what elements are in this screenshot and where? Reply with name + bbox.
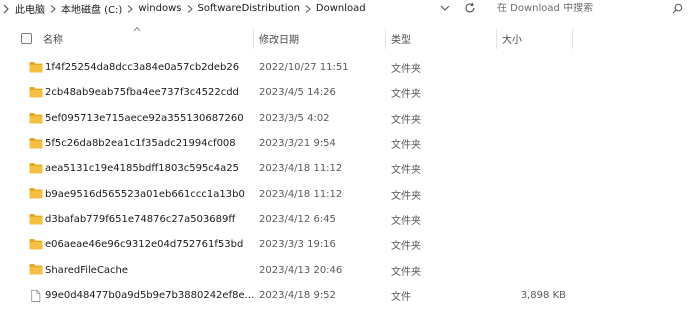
file-size (502, 106, 566, 131)
file-icon (31, 289, 41, 302)
list-item[interactable]: 1f4f25254da8dcc3a84e0a57cb2deb26 2022/10… (0, 55, 691, 80)
file-date: 2023/4/18 11:12 (259, 188, 343, 200)
list-item[interactable]: SharedFileCache 2023/4/13 20:46 文件夹 (0, 257, 691, 282)
breadcrumb[interactable]: 此电脑 本地磁盘 (C:) windows SoftwareDistributi… (0, 0, 433, 17)
file-type: 文件夹 (391, 140, 421, 152)
file-size (502, 181, 566, 206)
file-date: 2022/10/27 11:51 (259, 62, 349, 74)
file-name[interactable]: 1f4f25254da8dcc3a84e0a57cb2deb26 (45, 55, 239, 80)
folder-icon (29, 239, 43, 250)
file-list: 1f4f25254da8dcc3a84e0a57cb2deb26 2022/10… (0, 55, 691, 308)
column-size[interactable]: 大小 (502, 27, 572, 49)
column-divider[interactable] (385, 29, 386, 49)
list-item[interactable]: e06aeae46e96c9312e04d752761f53bd 2023/3/… (0, 232, 691, 257)
list-item[interactable]: 2cb48ab9eab75fba4ee737f3c4522cdd 2023/4/… (0, 80, 691, 105)
file-type: 文件 (391, 291, 411, 303)
column-name[interactable]: 名称 (43, 27, 253, 49)
file-name[interactable]: 5ef095713e715aece92a355130687260 (45, 106, 244, 131)
file-size: 3,898 KB (520, 289, 566, 301)
column-divider[interactable] (572, 29, 573, 49)
file-type: 文件夹 (391, 64, 421, 76)
list-item[interactable]: 5f5c26da8b2ea1c1f35adc21994cf008 2023/3/… (0, 131, 691, 156)
list-item[interactable]: 99e0d48477b0a9d5b9e7b3880242ef8e... 2023… (0, 283, 691, 308)
file-type: 文件夹 (391, 114, 421, 126)
file-size (502, 55, 566, 80)
chevron-right-icon[interactable] (127, 4, 134, 13)
chevron-right-icon[interactable] (305, 4, 311, 13)
file-name[interactable]: SharedFileCache (45, 257, 128, 282)
refresh-icon[interactable] (463, 1, 477, 15)
file-type: 文件夹 (391, 165, 421, 177)
list-item[interactable]: d3bafab779f651e74876c27a503689ff 2023/4/… (0, 207, 691, 232)
file-type: 文件夹 (391, 266, 421, 278)
folder-icon (29, 264, 43, 275)
file-name[interactable]: e06aeae46e96c9312e04d752761f53bd (45, 232, 243, 257)
search-box[interactable] (489, 0, 691, 17)
list-item[interactable]: 5ef095713e715aece92a355130687260 2023/3/… (0, 106, 691, 131)
file-name[interactable]: 5f5c26da8b2ea1c1f35adc21994cf008 (45, 131, 236, 156)
folder-icon (29, 112, 43, 124)
file-size (502, 207, 566, 232)
address-row: 此电脑 本地磁盘 (C:) windows SoftwareDistributi… (0, 0, 691, 18)
file-name[interactable]: aea5131c19e4185bdff1803c595c4a25 (45, 156, 239, 181)
breadcrumb-item-this-pc[interactable]: 此电脑 (15, 1, 45, 16)
chevron-down-icon[interactable] (438, 2, 452, 14)
search-input[interactable] (497, 3, 647, 14)
file-size (502, 232, 566, 257)
list-item[interactable]: aea5131c19e4185bdff1803c595c4a25 2023/4/… (0, 156, 691, 181)
file-size (502, 156, 566, 181)
file-type: 文件夹 (391, 190, 421, 202)
file-type: 文件夹 (391, 241, 421, 253)
file-date: 2023/3/5 4:02 (259, 112, 330, 124)
file-date: 2023/4/13 20:46 (259, 264, 343, 276)
chevron-right-icon[interactable] (187, 4, 193, 13)
column-header: 名称 修改日期 类型 大小 (0, 27, 691, 49)
folder-icon (29, 163, 43, 174)
column-date[interactable]: 修改日期 (259, 27, 385, 49)
column-divider[interactable] (253, 29, 254, 49)
breadcrumb-item-download[interactable]: Download (316, 3, 366, 14)
folder-icon (29, 137, 43, 149)
file-date: 2023/3/3 19:16 (259, 239, 336, 251)
file-size (502, 131, 566, 156)
file-size (502, 257, 566, 282)
breadcrumb-item-windows[interactable]: windows (138, 3, 181, 14)
chevron-up-icon[interactable] (3, 3, 11, 15)
file-name[interactable]: b9ae9516d565523a01eb661ccc1a13b0 (45, 181, 245, 206)
file-name[interactable]: 2cb48ab9eab75fba4ee737f3c4522cdd (45, 80, 239, 105)
file-date: 2023/4/18 9:52 (259, 289, 336, 301)
file-date: 2023/4/5 14:26 (259, 87, 336, 99)
chevron-right-icon[interactable] (50, 4, 56, 13)
list-item[interactable]: b9ae9516d565523a01eb661ccc1a13b0 2023/4/… (0, 181, 691, 206)
file-type: 文件夹 (391, 89, 421, 101)
folder-icon (29, 62, 43, 73)
file-name[interactable]: 99e0d48477b0a9d5b9e7b3880242ef8e... (45, 283, 254, 308)
file-date: 2023/4/12 6:45 (259, 213, 336, 225)
breadcrumb-item-local-disk[interactable]: 本地磁盘 (C:) (61, 1, 122, 16)
search-icon[interactable] (672, 3, 683, 14)
file-date: 2023/3/21 9:54 (259, 138, 336, 150)
folder-icon (29, 213, 43, 225)
file-name[interactable]: d3bafab779f651e74876c27a503689ff (45, 207, 235, 232)
breadcrumb-item-softwaredistribution[interactable]: SoftwareDistribution (198, 3, 300, 14)
file-type: 文件夹 (391, 215, 421, 227)
folder-icon (29, 188, 43, 199)
file-date: 2023/4/18 11:12 (259, 163, 343, 175)
column-type[interactable]: 类型 (391, 27, 495, 49)
file-size (502, 80, 566, 105)
folder-icon (29, 87, 43, 98)
column-divider[interactable] (496, 29, 497, 49)
